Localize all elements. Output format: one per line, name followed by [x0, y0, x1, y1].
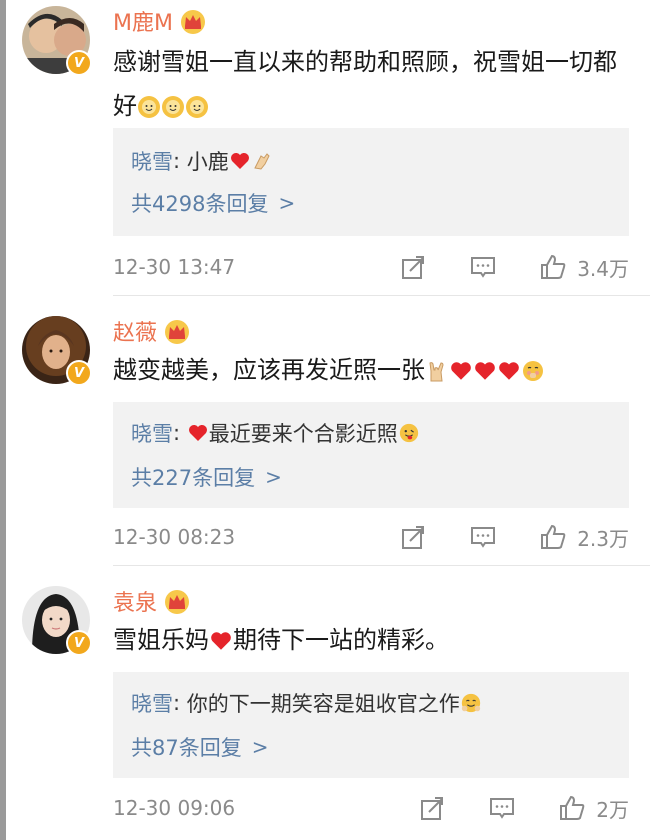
crown-icon [180, 10, 205, 34]
reply-box[interactable]: 晓雪: 你的下一期笑容是姐收官之作 共87条回复 > [113, 672, 629, 778]
avatar[interactable]: V [22, 586, 92, 656]
like-count: 2.3万 [577, 526, 629, 551]
avatar[interactable]: V [22, 6, 92, 76]
action-bar: 2万 [418, 792, 629, 824]
username[interactable]: M鹿M [113, 6, 207, 36]
verified-icon: V [66, 50, 92, 76]
sun-smile-emoji [186, 96, 208, 118]
comment-footer: 12-30 13:47 3.4万 [113, 251, 629, 283]
comment-body: 越变越美，应该再发近照一张 [113, 356, 425, 384]
chevron-right-icon: > [265, 465, 282, 489]
chevron-right-icon: > [251, 735, 269, 759]
reply-count[interactable]: 共227条回复 [131, 462, 255, 492]
heart-emoji [475, 362, 495, 380]
tongue-face-emoji [399, 423, 418, 443]
comment-body: 雪姐乐妈 [113, 626, 209, 654]
reply-count-link[interactable]: 共4298条回复 > [131, 188, 295, 218]
verified-icon: V [66, 360, 92, 386]
like-icon[interactable] [539, 523, 567, 551]
reply-colon: : [173, 421, 187, 445]
username-text[interactable]: 袁泉 [113, 585, 157, 617]
reply-colon: : [173, 149, 187, 173]
like-icon[interactable] [539, 253, 567, 281]
avatar[interactable]: V [22, 316, 92, 386]
reply-author[interactable]: 晓雪 [131, 146, 173, 176]
username[interactable]: 赵薇 [113, 316, 191, 346]
repost-icon[interactable] [399, 523, 427, 551]
heart-emoji [188, 425, 207, 441]
reply-colon: : [173, 691, 187, 715]
comment-item: V M鹿M 感谢雪姐一直以来的帮助和照顾，祝雪姐一切都好 晓雪: 小鹿 共429… [0, 0, 650, 296]
shy-face-emoji [523, 361, 543, 381]
reply-author[interactable]: 晓雪 [131, 418, 173, 448]
like-icon[interactable] [558, 794, 586, 822]
heart-emoji [211, 632, 231, 650]
hug-face-emoji [461, 693, 480, 713]
comment-icon[interactable] [488, 794, 516, 822]
crown-icon [165, 590, 190, 614]
timestamp: 12-30 09:06 [113, 796, 236, 820]
timestamp: 12-30 08:23 [113, 525, 236, 549]
crown-icon [165, 320, 190, 344]
repost-icon[interactable] [418, 794, 446, 822]
reply-count-link[interactable]: 共87条回复 > [131, 732, 269, 762]
reply-line: 晓雪: 小鹿 [131, 146, 273, 176]
sun-smile-emoji [138, 96, 160, 118]
heart-emoji [451, 362, 471, 380]
comment-text: 感谢雪姐一直以来的帮助和照顾，祝雪姐一切都好 [113, 40, 633, 128]
chevron-right-icon: > [278, 191, 296, 215]
comment-item: V 袁泉 雪姐乐妈 期待下一站的精彩。 晓雪: 你的下一期笑容是姐收官之作 共87… [0, 566, 650, 840]
comment-body-continued: 期待下一站的精彩。 [233, 626, 449, 654]
heart-emoji [230, 153, 249, 169]
comment-text: 雪姐乐妈 期待下一站的精彩。 [113, 618, 633, 662]
reply-text: 你的下一期笑容是姐收官之作 [186, 692, 460, 716]
action-bar: 2.3万 [399, 521, 629, 553]
verified-icon: V [66, 630, 92, 656]
reply-count[interactable]: 共4298条回复 [131, 188, 268, 218]
rock-hand-emoji [429, 362, 444, 382]
like-count: 2万 [596, 797, 629, 822]
reply-count[interactable]: 共87条回复 [131, 732, 242, 762]
sun-smile-emoji [162, 96, 184, 118]
like-count: 3.4万 [577, 256, 629, 281]
reply-box[interactable]: 晓雪: 小鹿 共4298条回复 > [113, 128, 629, 236]
comment-item: V 赵薇 越变越美，应该再发近照一张 晓雪: 最近要来个合影近照 共227条回复… [0, 296, 650, 566]
reply-text: 最近要来个合影近照 [208, 422, 398, 446]
username-text[interactable]: M鹿M [113, 5, 173, 37]
comment-icon[interactable] [469, 523, 497, 551]
action-bar: 3.4万 [399, 251, 629, 283]
comment-icon[interactable] [469, 253, 497, 281]
username-text[interactable]: 赵薇 [113, 315, 157, 347]
clap-emoji [254, 153, 270, 170]
reply-text: 小鹿 [186, 150, 229, 174]
reply-count-link[interactable]: 共227条回复 > [131, 462, 282, 492]
heart-emoji [499, 362, 519, 380]
reply-line: 晓雪: 最近要来个合影近照 [131, 418, 420, 448]
comment-footer: 12-30 09:06 2万 [113, 792, 629, 824]
reply-box[interactable]: 晓雪: 最近要来个合影近照 共227条回复 > [113, 402, 629, 508]
username[interactable]: 袁泉 [113, 586, 191, 616]
comment-footer: 12-30 08:23 2.3万 [113, 521, 629, 553]
comment-text: 越变越美，应该再发近照一张 [113, 348, 633, 392]
repost-icon[interactable] [399, 253, 427, 281]
reply-author[interactable]: 晓雪 [131, 688, 173, 718]
reply-line: 晓雪: 你的下一期笑容是姐收官之作 [131, 688, 482, 718]
timestamp: 12-30 13:47 [113, 255, 236, 279]
